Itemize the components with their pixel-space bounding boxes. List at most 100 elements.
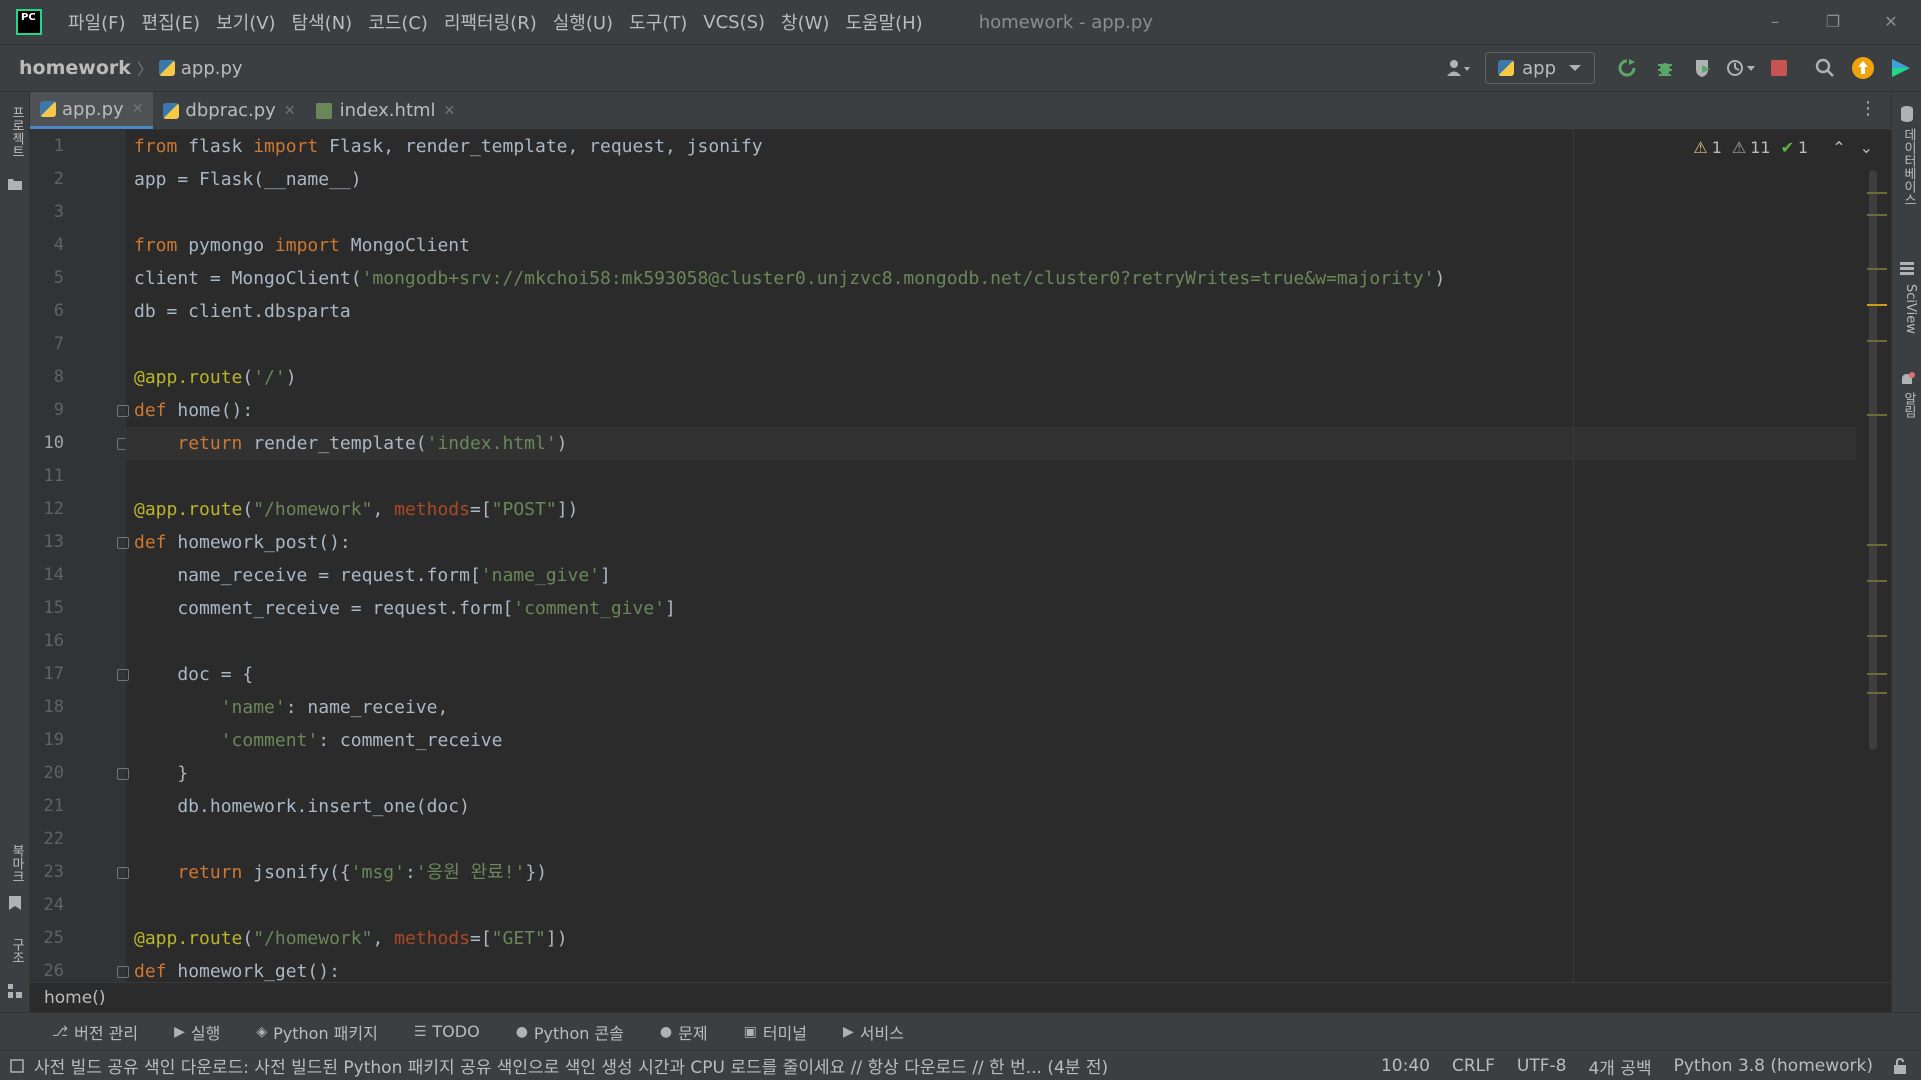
update-icon[interactable]	[1847, 52, 1879, 84]
database-tool-button[interactable]: 데이터베이스	[1896, 128, 1918, 206]
breadcrumb-project[interactable]: homework	[19, 57, 131, 79]
code-line[interactable]: comment_receive = request.form['comment_…	[134, 592, 676, 625]
lock-icon[interactable]	[1893, 1058, 1907, 1074]
fold-marker-icon[interactable]	[117, 537, 129, 549]
tool-python-packages[interactable]: ◈ Python 패키지	[256, 1020, 378, 1044]
tool-version-control[interactable]: ⎇ 버전 관리	[52, 1020, 138, 1044]
plugin-icon[interactable]	[1885, 52, 1917, 84]
fold-marker-icon[interactable]	[117, 768, 129, 780]
run-config-selector[interactable]: app	[1485, 52, 1595, 84]
line-gutter[interactable]: 1 2 3 4 5 6 7 8 9 10 11 12 13 14 15 16 1…	[30, 130, 129, 982]
code-line[interactable]: return jsonify({'msg':'응원 완료!'})	[134, 856, 547, 889]
pycharm-logo-icon[interactable]: PC	[16, 9, 42, 35]
code-line[interactable]: db = client.dbsparta	[134, 295, 351, 328]
search-icon[interactable]	[1809, 52, 1841, 84]
code-line[interactable]: name_receive = request.form['name_give']	[134, 559, 611, 592]
tab-dbprac-py[interactable]: dbprac.py ✕	[153, 92, 305, 129]
stripe-mark[interactable]	[1867, 268, 1887, 270]
code-editor[interactable]: 1 2 3 4 5 6 7 8 9 10 11 12 13 14 15 16 1…	[30, 130, 1891, 982]
menu-vcs[interactable]: VCS(S)	[703, 12, 765, 33]
stripe-mark[interactable]	[1867, 692, 1887, 694]
menu-tools[interactable]: 도구(T)	[629, 9, 687, 35]
tool-todo[interactable]: ☰ TODO	[414, 1022, 480, 1041]
code-line[interactable]: from flask import Flask, render_template…	[134, 130, 763, 163]
fold-marker-icon[interactable]	[117, 405, 129, 417]
previous-issue-icon[interactable]: ⌃	[1832, 138, 1845, 157]
code-line[interactable]: app = Flask(__name__)	[134, 163, 362, 196]
inspection-widget[interactable]: ⚠ 1 ⚠ 11 ✔ 1 ⌃ ⌄	[1683, 138, 1873, 157]
menu-window[interactable]: 창(W)	[781, 9, 829, 35]
code-line[interactable]: @app.route("/homework", methods=["POST"]…	[134, 493, 578, 526]
profile-icon[interactable]	[1725, 52, 1757, 84]
tab-app-py[interactable]: app.py ✕	[30, 92, 154, 129]
menu-file[interactable]: 파일(F)	[68, 9, 126, 35]
project-tool-button[interactable]: 프로젝트	[4, 106, 26, 158]
menu-refactor[interactable]: 리팩터링(R)	[444, 9, 537, 35]
tab-index-html[interactable]: index.html ✕	[306, 92, 466, 129]
menu-navigate[interactable]: 탐색(N)	[292, 9, 353, 35]
code-line[interactable]: 'name': name_receive,	[134, 691, 449, 724]
stop-icon[interactable]	[1763, 52, 1795, 84]
close-icon[interactable]: ✕	[132, 101, 144, 117]
coverage-icon[interactable]	[1687, 52, 1719, 84]
stripe-mark[interactable]	[1867, 214, 1887, 216]
structure-tool-button[interactable]: 구조	[4, 938, 26, 964]
stripe-mark[interactable]	[1867, 673, 1887, 675]
breadcrumb-file[interactable]: app.py	[158, 58, 243, 79]
sciview-tool-button[interactable]: SciView	[1896, 284, 1918, 334]
tool-run[interactable]: ▶ 실행	[174, 1020, 220, 1044]
file-encoding[interactable]: UTF-8	[1517, 1056, 1567, 1076]
tool-services[interactable]: ▶ 서비스	[843, 1020, 904, 1044]
stripe-mark[interactable]	[1867, 340, 1887, 342]
code-line[interactable]: db.homework.insert_one(doc)	[134, 790, 470, 823]
notifications-tool-button[interactable]: 알림	[1896, 392, 1918, 418]
stripe-mark[interactable]	[1867, 414, 1887, 416]
more-tabs-icon[interactable]: ⋮	[1859, 98, 1877, 119]
python-interpreter[interactable]: Python 3.8 (homework)	[1674, 1056, 1873, 1076]
rerun-icon[interactable]	[1611, 52, 1643, 84]
code-line[interactable]: from pymongo import MongoClient	[134, 229, 470, 262]
stripe-mark[interactable]	[1867, 192, 1887, 194]
menu-view[interactable]: 보기(V)	[216, 9, 275, 35]
debug-icon[interactable]	[1649, 52, 1681, 84]
stripe-mark[interactable]	[1867, 635, 1887, 637]
line-separator[interactable]: CRLF	[1452, 1056, 1495, 1076]
fold-marker-icon[interactable]	[117, 966, 129, 978]
code-line[interactable]: @app.route('/')	[134, 361, 297, 394]
code-line[interactable]: 'comment': comment_receive	[134, 724, 503, 757]
stripe-mark[interactable]	[1867, 544, 1887, 546]
tool-python-console[interactable]: ● Python 콘솔	[516, 1020, 624, 1044]
code-line[interactable]: def home():	[134, 394, 253, 427]
tool-terminal[interactable]: ▣ 터미널	[744, 1020, 807, 1044]
indent-setting[interactable]: 4개 공백	[1588, 1054, 1651, 1079]
code-line[interactable]: return render_template('index.html')	[134, 427, 567, 460]
stripe-mark[interactable]	[1867, 304, 1887, 306]
code-line[interactable]: client = MongoClient('mongodb+srv://mkch…	[134, 262, 1445, 295]
code-line[interactable]: def homework_post():	[134, 526, 351, 559]
code-line[interactable]: def homework_get():	[134, 955, 340, 982]
code-line[interactable]: }	[134, 757, 188, 790]
menu-run[interactable]: 실행(U)	[553, 9, 613, 35]
user-dropdown-icon[interactable]	[1443, 52, 1475, 84]
ok-count: 1	[1798, 138, 1809, 157]
stripe-mark[interactable]	[1867, 580, 1887, 582]
fold-marker-icon[interactable]	[117, 867, 129, 879]
menu-help[interactable]: 도움말(H)	[845, 9, 922, 35]
status-message[interactable]: 사전 빌드 공유 색인 다운로드: 사전 빌드된 Python 패키지 공유 색…	[34, 1053, 1108, 1078]
menu-edit[interactable]: 편집(E)	[142, 9, 201, 35]
code-breadcrumb[interactable]: home()	[30, 982, 1891, 1012]
close-icon[interactable]: ✕	[444, 103, 456, 119]
tool-problems[interactable]: ● 문제	[660, 1020, 708, 1044]
code-line[interactable]: doc = {	[134, 658, 253, 691]
fold-marker-icon[interactable]	[117, 669, 129, 681]
code-line[interactable]: @app.route("/homework", methods=["GET"])	[134, 922, 568, 955]
caret-position[interactable]: 10:40	[1381, 1056, 1430, 1076]
minimize-button[interactable]: –	[1755, 8, 1795, 36]
close-icon[interactable]: ✕	[284, 103, 296, 119]
toggle-tool-windows-icon[interactable]	[10, 1058, 24, 1073]
menu-code[interactable]: 코드(C)	[368, 9, 428, 35]
error-stripe[interactable]	[1865, 130, 1887, 982]
bookmarks-tool-button[interactable]: 북마크	[4, 844, 26, 883]
close-button[interactable]: ✕	[1871, 8, 1911, 36]
restore-button[interactable]: ❐	[1813, 8, 1853, 36]
